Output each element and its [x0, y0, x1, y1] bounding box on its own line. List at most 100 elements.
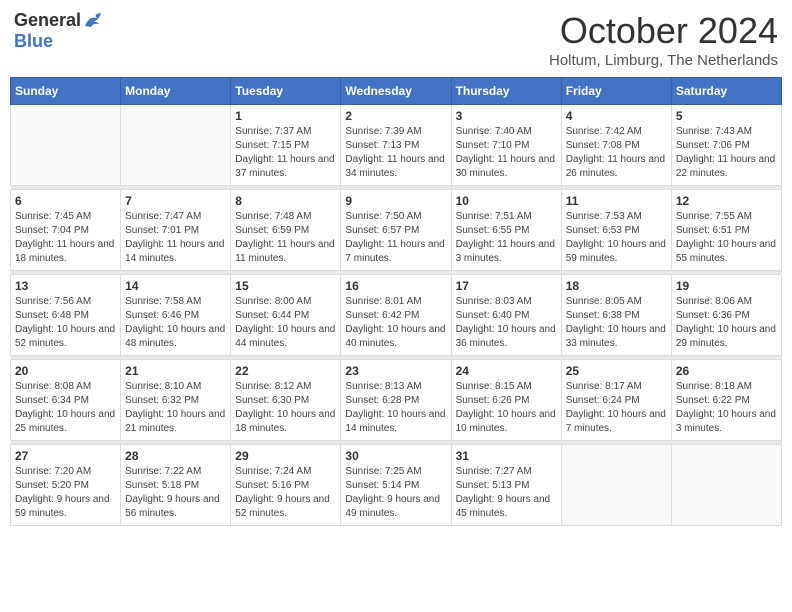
logo: General Blue: [14, 10, 105, 52]
day-number: 2: [345, 109, 446, 123]
day-of-week-header: Saturday: [671, 78, 781, 105]
day-info: Sunrise: 7:39 AM Sunset: 7:13 PM Dayligh…: [345, 125, 446, 181]
day-number: 20: [15, 364, 116, 378]
day-number: 16: [345, 279, 446, 293]
calendar-day-cell: [121, 105, 231, 186]
calendar-body: 1 Sunrise: 7:37 AM Sunset: 7:15 PM Daylig…: [11, 105, 782, 526]
calendar-day-cell: 16 Sunrise: 8:01 AM Sunset: 6:42 PM Dayli…: [341, 275, 451, 356]
calendar-day-cell: 18 Sunrise: 8:05 AM Sunset: 6:38 PM Dayli…: [561, 275, 671, 356]
calendar-day-cell: 31Sunrise: 7:27 AM Sunset: 5:13 PM Dayli…: [451, 445, 561, 526]
day-info: Sunrise: 7:37 AM Sunset: 7:15 PM Dayligh…: [235, 125, 336, 181]
day-number: 10: [456, 194, 557, 208]
logo-general-text: General: [14, 10, 81, 31]
calendar-day-cell: 2 Sunrise: 7:39 AM Sunset: 7:13 PM Daylig…: [341, 105, 451, 186]
logo-bird-icon: [83, 12, 105, 30]
day-info: Sunrise: 8:12 AM Sunset: 6:30 PM Dayligh…: [235, 380, 336, 436]
day-info: Sunrise: 7:45 AM Sunset: 7:04 PM Dayligh…: [15, 210, 116, 266]
calendar-day-cell: 15 Sunrise: 8:00 AM Sunset: 6:44 PM Dayli…: [231, 275, 341, 356]
day-number: 4: [566, 109, 667, 123]
day-number: 8: [235, 194, 336, 208]
day-number: 22: [235, 364, 336, 378]
day-info: Sunrise: 7:27 AM Sunset: 5:13 PM Dayligh…: [456, 465, 557, 521]
day-info: Sunrise: 8:08 AM Sunset: 6:34 PM Dayligh…: [15, 380, 116, 436]
day-info: Sunrise: 7:48 AM Sunset: 6:59 PM Dayligh…: [235, 210, 336, 266]
day-number: 29: [235, 449, 336, 463]
day-number: 13: [15, 279, 116, 293]
calendar-day-cell: 8 Sunrise: 7:48 AM Sunset: 6:59 PM Daylig…: [231, 190, 341, 271]
day-info: Sunrise: 7:56 AM Sunset: 6:48 PM Dayligh…: [15, 295, 116, 351]
calendar-day-cell: 29 Sunrise: 7:24 AM Sunset: 5:16 PM Dayli…: [231, 445, 341, 526]
day-number: 15: [235, 279, 336, 293]
calendar-day-cell: 27 Sunrise: 7:20 AM Sunset: 5:20 PM Dayli…: [11, 445, 121, 526]
day-number: 1: [235, 109, 336, 123]
day-info: Sunrise: 7:22 AM Sunset: 5:18 PM Dayligh…: [125, 465, 226, 521]
day-info: Sunrise: 7:58 AM Sunset: 6:46 PM Dayligh…: [125, 295, 226, 351]
day-info: Sunrise: 8:18 AM Sunset: 6:22 PM Dayligh…: [676, 380, 777, 436]
day-info: Sunrise: 8:13 AM Sunset: 6:28 PM Dayligh…: [345, 380, 446, 436]
calendar-day-cell: 12Sunrise: 7:55 AM Sunset: 6:51 PM Dayli…: [671, 190, 781, 271]
page-header: General Blue October 2024 Holtum, Limbur…: [10, 10, 782, 69]
day-info: Sunrise: 8:03 AM Sunset: 6:40 PM Dayligh…: [456, 295, 557, 351]
calendar-day-cell: [11, 105, 121, 186]
day-number: 27: [15, 449, 116, 463]
calendar-day-cell: 23 Sunrise: 8:13 AM Sunset: 6:28 PM Dayli…: [341, 360, 451, 441]
calendar-week-row: 20 Sunrise: 8:08 AM Sunset: 6:34 PM Dayli…: [11, 360, 782, 441]
day-number: 24: [456, 364, 557, 378]
calendar-day-cell: 22 Sunrise: 8:12 AM Sunset: 6:30 PM Dayli…: [231, 360, 341, 441]
calendar-day-cell: 3 Sunrise: 7:40 AM Sunset: 7:10 PM Daylig…: [451, 105, 561, 186]
day-info: Sunrise: 7:42 AM Sunset: 7:08 PM Dayligh…: [566, 125, 667, 181]
day-number: 25: [566, 364, 667, 378]
day-of-week-header: Sunday: [11, 78, 121, 105]
calendar-day-cell: 25Sunrise: 8:17 AM Sunset: 6:24 PM Dayli…: [561, 360, 671, 441]
days-of-week-row: SundayMondayTuesdayWednesdayThursdayFrid…: [11, 78, 782, 105]
location-subtitle: Holtum, Limburg, The Netherlands: [549, 52, 778, 69]
calendar-header: SundayMondayTuesdayWednesdayThursdayFrid…: [11, 78, 782, 105]
logo-blue-text: Blue: [14, 31, 53, 52]
day-number: 19: [676, 279, 777, 293]
calendar-day-cell: 6Sunrise: 7:45 AM Sunset: 7:04 PM Daylig…: [11, 190, 121, 271]
calendar-day-cell: 19 Sunrise: 8:06 AM Sunset: 6:36 PM Dayli…: [671, 275, 781, 356]
day-of-week-header: Thursday: [451, 78, 561, 105]
day-number: 3: [456, 109, 557, 123]
day-number: 21: [125, 364, 226, 378]
day-info: Sunrise: 8:05 AM Sunset: 6:38 PM Dayligh…: [566, 295, 667, 351]
day-info: Sunrise: 8:01 AM Sunset: 6:42 PM Dayligh…: [345, 295, 446, 351]
day-number: 7: [125, 194, 226, 208]
month-title: October 2024: [549, 10, 778, 52]
calendar-day-cell: [671, 445, 781, 526]
calendar-day-cell: 21Sunrise: 8:10 AM Sunset: 6:32 PM Dayli…: [121, 360, 231, 441]
day-info: Sunrise: 8:15 AM Sunset: 6:26 PM Dayligh…: [456, 380, 557, 436]
day-of-week-header: Tuesday: [231, 78, 341, 105]
day-info: Sunrise: 8:00 AM Sunset: 6:44 PM Dayligh…: [235, 295, 336, 351]
day-number: 26: [676, 364, 777, 378]
calendar-day-cell: 13 Sunrise: 7:56 AM Sunset: 6:48 PM Dayli…: [11, 275, 121, 356]
calendar-day-cell: 11Sunrise: 7:53 AM Sunset: 6:53 PM Dayli…: [561, 190, 671, 271]
day-info: Sunrise: 7:55 AM Sunset: 6:51 PM Dayligh…: [676, 210, 777, 266]
calendar-week-row: 27 Sunrise: 7:20 AM Sunset: 5:20 PM Dayli…: [11, 445, 782, 526]
day-info: Sunrise: 7:20 AM Sunset: 5:20 PM Dayligh…: [15, 465, 116, 521]
day-info: Sunrise: 7:40 AM Sunset: 7:10 PM Dayligh…: [456, 125, 557, 181]
day-number: 18: [566, 279, 667, 293]
title-area: October 2024 Holtum, Limburg, The Nether…: [549, 10, 778, 69]
day-info: Sunrise: 7:51 AM Sunset: 6:55 PM Dayligh…: [456, 210, 557, 266]
day-info: Sunrise: 7:50 AM Sunset: 6:57 PM Dayligh…: [345, 210, 446, 266]
day-number: 9: [345, 194, 446, 208]
day-of-week-header: Friday: [561, 78, 671, 105]
day-info: Sunrise: 7:25 AM Sunset: 5:14 PM Dayligh…: [345, 465, 446, 521]
day-number: 11: [566, 194, 667, 208]
day-number: 23: [345, 364, 446, 378]
day-info: Sunrise: 7:24 AM Sunset: 5:16 PM Dayligh…: [235, 465, 336, 521]
calendar-table: SundayMondayTuesdayWednesdayThursdayFrid…: [10, 77, 782, 526]
calendar-day-cell: 1 Sunrise: 7:37 AM Sunset: 7:15 PM Daylig…: [231, 105, 341, 186]
calendar-day-cell: 5Sunrise: 7:43 AM Sunset: 7:06 PM Daylig…: [671, 105, 781, 186]
day-number: 14: [125, 279, 226, 293]
day-info: Sunrise: 8:06 AM Sunset: 6:36 PM Dayligh…: [676, 295, 777, 351]
day-of-week-header: Wednesday: [341, 78, 451, 105]
calendar-day-cell: 4 Sunrise: 7:42 AM Sunset: 7:08 PM Daylig…: [561, 105, 671, 186]
day-number: 30: [345, 449, 446, 463]
calendar-week-row: 13 Sunrise: 7:56 AM Sunset: 6:48 PM Dayli…: [11, 275, 782, 356]
calendar-week-row: 6Sunrise: 7:45 AM Sunset: 7:04 PM Daylig…: [11, 190, 782, 271]
calendar-day-cell: 14 Sunrise: 7:58 AM Sunset: 6:46 PM Dayli…: [121, 275, 231, 356]
calendar-day-cell: 30 Sunrise: 7:25 AM Sunset: 5:14 PM Dayli…: [341, 445, 451, 526]
day-number: 5: [676, 109, 777, 123]
